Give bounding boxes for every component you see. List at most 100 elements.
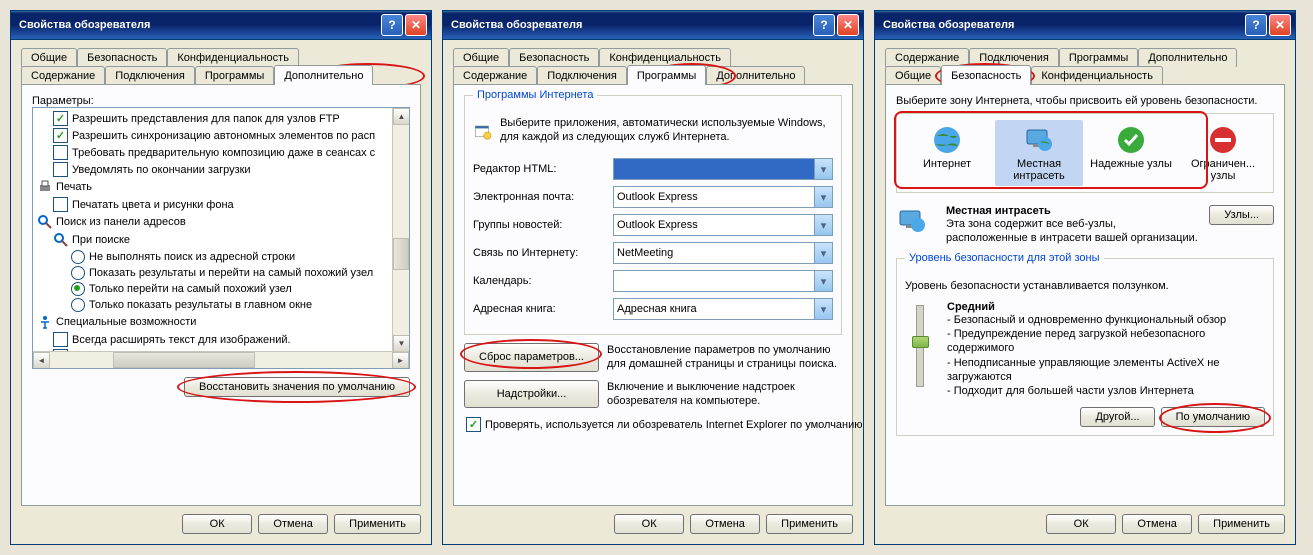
restore-defaults-button[interactable]: Восстановить значения по умолчанию bbox=[184, 377, 410, 397]
reset-settings-button[interactable]: Сброс параметров... bbox=[464, 343, 599, 372]
params-label: Параметры: bbox=[32, 95, 410, 107]
tab-privacy[interactable]: Конфиденциальность bbox=[1031, 66, 1163, 85]
titlebar[interactable]: Свойства обозревателя ? ✕ bbox=[11, 11, 431, 40]
no-entry-icon bbox=[1207, 124, 1239, 156]
scroll-up-icon[interactable]: ▲ bbox=[393, 108, 410, 125]
custom-level-button[interactable]: Другой... bbox=[1080, 407, 1154, 427]
checkbox-icon[interactable] bbox=[53, 145, 68, 160]
radio-icon[interactable] bbox=[71, 298, 85, 312]
close-button[interactable]: ✕ bbox=[405, 14, 427, 36]
checkbox-icon[interactable] bbox=[53, 332, 68, 347]
settings-tree[interactable]: Разрешить представления для папок для уз… bbox=[32, 107, 410, 369]
chevron-down-icon[interactable]: ▾ bbox=[814, 159, 832, 179]
title: Свойства обозревателя bbox=[879, 19, 1245, 31]
close-button[interactable]: ✕ bbox=[1269, 14, 1291, 36]
title: Свойства обозревателя bbox=[15, 19, 381, 31]
help-button[interactable]: ? bbox=[381, 14, 403, 36]
checkbox-icon[interactable] bbox=[53, 162, 68, 177]
scroll-left-icon[interactable]: ◄ bbox=[33, 352, 50, 369]
chevron-down-icon[interactable]: ▾ bbox=[814, 271, 832, 291]
zone-list[interactable]: Интернет Местная интрасеть Надежные узлы… bbox=[896, 113, 1274, 193]
dialog-buttons: ОК Отмена Применить bbox=[885, 514, 1285, 534]
titlebar[interactable]: Свойства обозревателя ? ✕ bbox=[443, 11, 863, 40]
sites-button[interactable]: Узлы... bbox=[1209, 205, 1274, 225]
zone-trusted[interactable]: Надежные узлы bbox=[1087, 120, 1175, 186]
contacts-label: Адресная книга: bbox=[473, 303, 613, 315]
help-button[interactable]: ? bbox=[813, 14, 835, 36]
slider-thumb[interactable] bbox=[912, 336, 929, 348]
tab-security[interactable]: Безопасность bbox=[941, 65, 1031, 85]
zone-internet[interactable]: Интернет bbox=[903, 120, 991, 186]
scroll-thumb[interactable] bbox=[393, 238, 409, 270]
radio-icon[interactable] bbox=[71, 282, 85, 296]
tab-security[interactable]: Безопасность bbox=[77, 48, 167, 67]
zone-description: Эта зона содержит все веб-узлы, располож… bbox=[946, 217, 1199, 246]
security-slider[interactable] bbox=[905, 301, 935, 399]
news-combo[interactable]: Outlook Express▾ bbox=[613, 214, 833, 236]
tab-general[interactable]: Общие bbox=[453, 48, 509, 67]
globe-icon bbox=[931, 124, 963, 156]
tab-content[interactable]: Содержание bbox=[453, 66, 537, 85]
level-name: Средний bbox=[947, 301, 1265, 313]
titlebar[interactable]: Свойства обозревателя ? ✕ bbox=[875, 11, 1295, 40]
cancel-button[interactable]: Отмена bbox=[1122, 514, 1192, 534]
tab-connections[interactable]: Подключения bbox=[537, 66, 627, 85]
tab-panel-programs: Программы Интернета Выберите приложения,… bbox=[453, 84, 853, 506]
vertical-scrollbar[interactable]: ▲ ▼ bbox=[392, 108, 409, 352]
call-combo[interactable]: NetMeeting▾ bbox=[613, 242, 833, 264]
chevron-down-icon[interactable]: ▾ bbox=[814, 299, 832, 319]
scroll-right-icon[interactable]: ► bbox=[392, 352, 409, 369]
tab-programs[interactable]: Программы bbox=[1059, 48, 1138, 67]
addons-button[interactable]: Надстройки... bbox=[464, 380, 599, 409]
news-label: Группы новостей: bbox=[473, 219, 613, 231]
printer-icon bbox=[37, 179, 53, 195]
dialog-buttons: ОК Отмена Применить bbox=[453, 514, 853, 534]
tab-advanced[interactable]: Дополнительно bbox=[706, 66, 805, 85]
ok-button[interactable]: ОК bbox=[182, 514, 252, 534]
calendar-combo[interactable]: ▾ bbox=[613, 270, 833, 292]
tab-content[interactable]: Содержание bbox=[21, 66, 105, 85]
chevron-down-icon[interactable]: ▾ bbox=[814, 215, 832, 235]
cancel-button[interactable]: Отмена bbox=[690, 514, 760, 534]
ok-button[interactable]: ОК bbox=[1046, 514, 1116, 534]
scroll-thumb[interactable] bbox=[113, 352, 255, 368]
tab-connections[interactable]: Подключения bbox=[105, 66, 195, 85]
check-default-checkbox[interactable] bbox=[466, 417, 481, 432]
apply-button[interactable]: Применить bbox=[1198, 514, 1285, 534]
contacts-combo[interactable]: Адресная книга▾ bbox=[613, 298, 833, 320]
zone-intranet[interactable]: Местная интрасеть bbox=[995, 120, 1083, 186]
chevron-down-icon[interactable]: ▾ bbox=[814, 187, 832, 207]
chevron-down-icon[interactable]: ▾ bbox=[814, 243, 832, 263]
tab-general[interactable]: Общие bbox=[885, 66, 941, 85]
checkbox-icon[interactable] bbox=[53, 128, 68, 143]
close-button[interactable]: ✕ bbox=[837, 14, 859, 36]
cancel-button[interactable]: Отмена bbox=[258, 514, 328, 534]
mail-label: Электронная почта: bbox=[473, 191, 613, 203]
zone-title: Местная интрасеть bbox=[946, 205, 1199, 217]
tab-programs[interactable]: Программы bbox=[627, 65, 706, 85]
mail-combo[interactable]: Outlook Express▾ bbox=[613, 186, 833, 208]
apply-button[interactable]: Применить bbox=[766, 514, 853, 534]
horizontal-scrollbar[interactable]: ◄ ► bbox=[33, 351, 409, 368]
help-button[interactable]: ? bbox=[1245, 14, 1267, 36]
title: Свойства обозревателя bbox=[447, 19, 813, 31]
default-level-button[interactable]: По умолчанию bbox=[1161, 407, 1265, 427]
window-advanced: Свойства обозревателя ? ✕ Общие Безопасн… bbox=[10, 10, 432, 545]
html-editor-combo[interactable]: ▾ bbox=[613, 158, 833, 180]
scroll-down-icon[interactable]: ▼ bbox=[393, 335, 410, 352]
ok-button[interactable]: ОК bbox=[614, 514, 684, 534]
tab-advanced[interactable]: Дополнительно bbox=[1138, 48, 1237, 67]
tab-security[interactable]: Безопасность bbox=[509, 48, 599, 67]
tab-advanced[interactable]: Дополнительно bbox=[274, 65, 373, 85]
tabstrip: Общие Безопасность Конфиденциальность Со… bbox=[21, 48, 421, 85]
tab-programs[interactable]: Программы bbox=[195, 66, 274, 85]
apply-button[interactable]: Применить bbox=[334, 514, 421, 534]
radio-icon[interactable] bbox=[71, 266, 85, 280]
checkbox-icon[interactable] bbox=[53, 111, 68, 126]
checkbox-icon[interactable] bbox=[53, 197, 68, 212]
zone-prompt: Выберите зону Интернета, чтобы присвоить… bbox=[896, 95, 1274, 107]
tab-general[interactable]: Общие bbox=[21, 48, 77, 67]
zone-restricted[interactable]: Ограничен... узлы bbox=[1179, 120, 1267, 186]
radio-icon[interactable] bbox=[71, 250, 85, 264]
window-programs: Свойства обозревателя ? ✕ Общие Безопасн… bbox=[442, 10, 864, 545]
